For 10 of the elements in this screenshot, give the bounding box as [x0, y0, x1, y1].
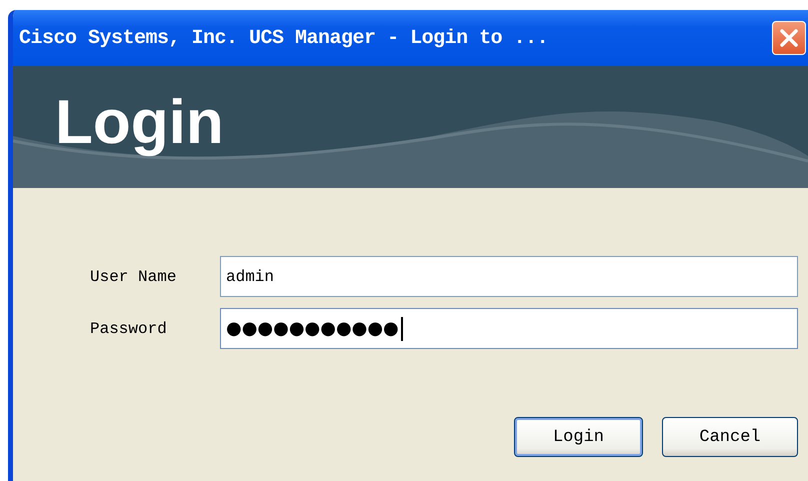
login-button[interactable]: Login: [514, 417, 643, 457]
input-field[interactable]: admin: [220, 256, 798, 297]
password-field[interactable]: ●●●●●●●●●●●: [220, 308, 798, 349]
close-button[interactable]: [772, 21, 806, 55]
close-icon: [778, 27, 800, 49]
field-label: Password: [90, 320, 168, 338]
window-title: Cisco Systems, Inc. UCS Manager - Login to ...: [19, 26, 548, 50]
cancel-button[interactable]: Cancel: [662, 417, 798, 457]
banner-title: Login: [55, 86, 224, 158]
field-label: User Name: [90, 268, 178, 286]
